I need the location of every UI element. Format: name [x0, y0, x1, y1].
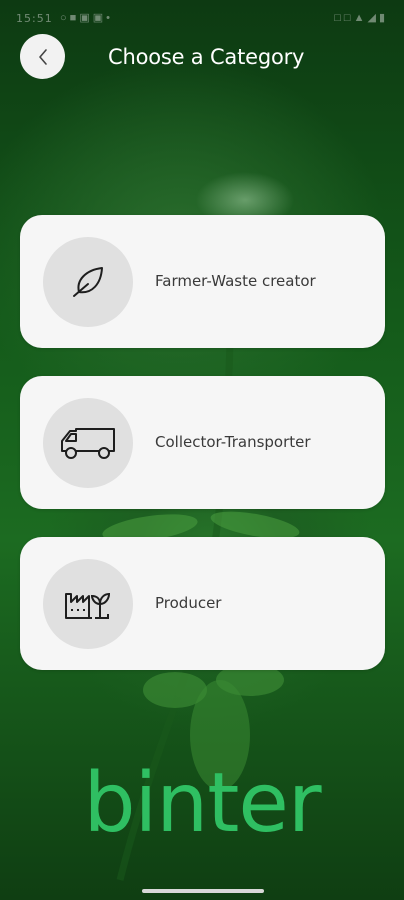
- status-time: 15:51: [16, 12, 53, 25]
- category-card-collector[interactable]: Collector-Transporter: [20, 376, 385, 509]
- notification-icon: ○: [60, 12, 70, 24]
- card-icon-circle: [43, 398, 133, 488]
- app-icon: ▣: [79, 12, 93, 24]
- leaf-icon: [73, 267, 103, 297]
- chevron-left-icon: [38, 48, 47, 65]
- category-card-farmer[interactable]: Farmer-Waste creator: [20, 215, 385, 348]
- category-label: Producer: [155, 594, 222, 612]
- truck-icon: [61, 428, 115, 459]
- battery-icon: ▮: [378, 12, 388, 24]
- dot-icon: •: [106, 12, 113, 24]
- category-card-producer[interactable]: Producer: [20, 537, 385, 670]
- page-title: Choose a Category: [108, 45, 305, 69]
- vibrate-icon: □: [343, 12, 354, 24]
- wifi-icon: ▲: [353, 12, 368, 24]
- card-icon-circle: [43, 237, 133, 327]
- factory-sprout-icon: [65, 592, 111, 619]
- category-label: Farmer-Waste creator: [155, 272, 316, 290]
- card-icon-circle: [43, 559, 133, 649]
- back-button[interactable]: [20, 34, 65, 79]
- brand-logo: binter: [83, 756, 321, 851]
- signal-icon: ◢: [367, 12, 379, 24]
- app-icon: ▣: [92, 12, 107, 24]
- lock-icon: ■: [69, 12, 80, 24]
- mute-icon: □: [334, 12, 344, 24]
- status-bar: 15:51 ○■▣▣• □□▲◢▮: [0, 0, 404, 34]
- category-label: Collector-Transporter: [155, 433, 311, 451]
- status-icons-right: □□▲◢▮: [334, 11, 388, 24]
- home-indicator[interactable]: [142, 889, 264, 893]
- status-icons-left: ○■▣▣•: [60, 11, 113, 24]
